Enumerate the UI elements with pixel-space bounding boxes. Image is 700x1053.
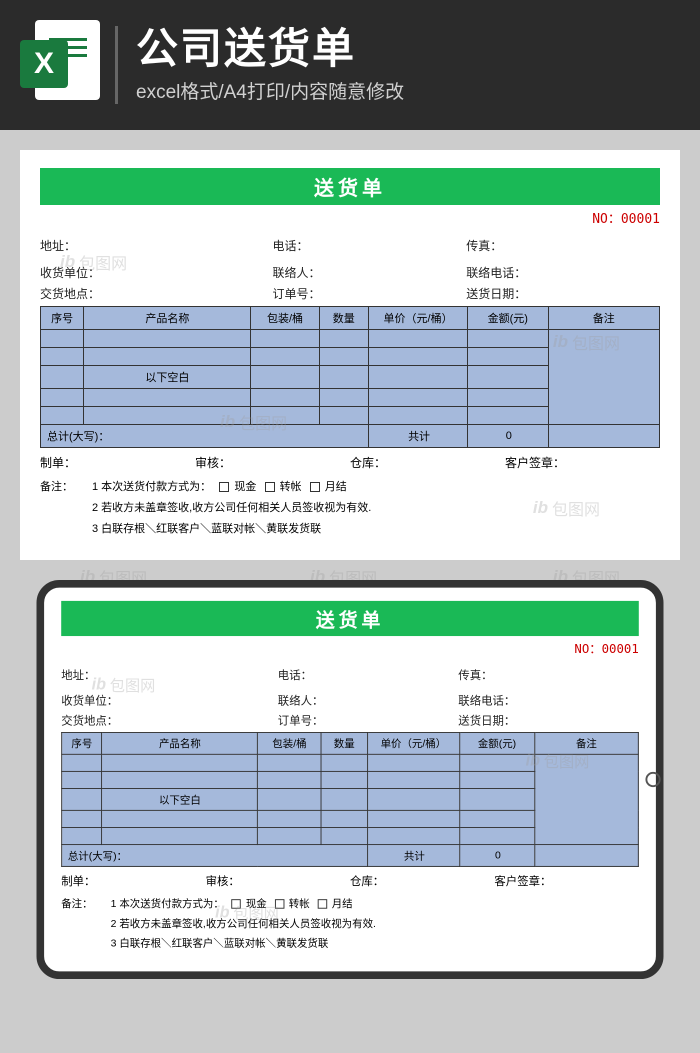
blank-below: 以下空白 <box>84 366 251 389</box>
col-remark: 备注 <box>548 307 659 330</box>
info-row-2: 收货单位： 联络人： 联络电话： <box>61 692 639 708</box>
warehouse-label: 仓库： <box>350 454 505 471</box>
auditor-label: 审核： <box>195 454 350 471</box>
sum-label: 共计 <box>369 425 468 448</box>
customer-label: 客户签章： <box>505 454 660 471</box>
checkbox-transfer[interactable] <box>265 482 275 492</box>
checkbox-monthly[interactable] <box>310 482 320 492</box>
info-row-2: 收货单位： 联络人： 联络电话： <box>40 264 660 281</box>
date-label: 送货日期： <box>466 285 660 302</box>
serial-number: NO：00001 <box>40 208 660 227</box>
col-amount: 金额(元) <box>468 307 548 330</box>
delivery-sheet-large: 送货单 NO：00001 地址： 电话： 传真： 收货单位： 联络人： 联络电话… <box>20 150 680 560</box>
checkbox-transfer[interactable] <box>274 899 284 909</box>
info-row-3: 交货地点： 订单号： 送货日期： <box>40 285 660 302</box>
info-row-3: 交货地点： 订单号： 送货日期： <box>61 712 639 728</box>
phone-label: 电话： <box>273 237 467 254</box>
sum-value: 0 <box>468 425 548 448</box>
note-3: 3 白联存根＼红联客户＼蓝联对帐＼黄联发货联 <box>111 934 639 954</box>
excel-icon: X <box>20 20 100 110</box>
table-row <box>41 330 660 348</box>
maker-label: 制单： <box>40 454 195 471</box>
notes-section: 备注： 1 本次送货付款方式为： 现金 转帐 月结 2 若收方未盖章签收,收方公… <box>40 477 660 540</box>
fax-label: 传真： <box>466 237 660 254</box>
recv-label: 收货单位： <box>40 264 273 281</box>
order-label: 订单号： <box>273 285 467 302</box>
info-row-1: 地址： 电话： 传真： <box>61 666 639 682</box>
table-row <box>62 754 639 771</box>
note-3: 3 白联存根＼红联客户＼蓝联对帐＼黄联发货联 <box>92 519 660 540</box>
col-pack: 包装/桶 <box>251 307 319 330</box>
notes-section: 备注： 1 本次送货付款方式为： 现金 转帐 月结 2 若收方未盖章签收,收方公… <box>61 894 639 954</box>
info-row-1: 地址： 电话： 传真： <box>40 237 660 254</box>
items-table: 序号 产品名称 包装/桶 数量 单价（元/桶） 金额(元) 备注 以下空白 总计… <box>61 732 639 867</box>
col-name: 产品名称 <box>84 307 251 330</box>
checkbox-monthly[interactable] <box>317 899 327 909</box>
contact-label: 联络人： <box>273 264 467 281</box>
signature-row: 制单： 审核： 仓库： 客户签章： <box>61 872 639 888</box>
note-2: 2 若收方未盖章签收,收方公司任何相关人员签收视为有效. <box>111 914 639 934</box>
notes-content: 1 本次送货付款方式为： 现金 转帐 月结 2 若收方未盖章签收,收方公司任何相… <box>92 477 660 540</box>
checkbox-cash[interactable] <box>232 899 242 909</box>
notes-label: 备注： <box>40 477 92 540</box>
note-2: 2 若收方未盖章签收,收方公司任何相关人员签收视为有效. <box>92 498 660 519</box>
main-title: 公司送货单 <box>136 26 680 72</box>
total-label: 总计(大写)： <box>41 425 369 448</box>
loc-label: 交货地点： <box>40 285 273 302</box>
items-table: 序号 产品名称 包装/桶 数量 单价（元/桶） 金额(元) 备注 以下空白 总计… <box>40 306 660 448</box>
col-qty: 数量 <box>319 307 369 330</box>
note-1: 1 本次送货付款方式为： 现金 转帐 月结 <box>92 477 660 498</box>
col-price: 单价（元/桶） <box>369 307 468 330</box>
tel-label: 联络电话： <box>466 264 660 281</box>
tablet-home-button <box>645 771 660 786</box>
delivery-sheet-tablet: 送货单 NO：00001 地址： 电话： 传真： 收货单位： 联络人： 联络电话… <box>37 580 664 979</box>
serial-number: NO：00001 <box>61 639 639 657</box>
total-row: 总计(大写)： 共计 0 <box>62 844 639 866</box>
sheet-title: 送货单 <box>40 168 660 205</box>
signature-row: 制单： 审核： 仓库： 客户签章： <box>40 454 660 471</box>
address-label: 地址： <box>40 237 273 254</box>
table-header: 序号 产品名称 包装/桶 数量 单价（元/桶） 金额(元) 备注 <box>62 732 639 754</box>
title-block: 公司送货单 excel格式/A4打印/内容随意修改 <box>115 26 680 103</box>
col-seq: 序号 <box>41 307 84 330</box>
note-1: 1 本次送货付款方式为： 现金 转帐 月结 <box>111 894 639 914</box>
total-row: 总计(大写)： 共计 0 <box>41 425 660 448</box>
table-header: 序号 产品名称 包装/桶 数量 单价（元/桶） 金额(元) 备注 <box>41 307 660 330</box>
checkbox-cash[interactable] <box>219 482 229 492</box>
sub-title: excel格式/A4打印/内容随意修改 <box>136 77 680 104</box>
promo-header: X 公司送货单 excel格式/A4打印/内容随意修改 <box>0 0 700 130</box>
sheet-title: 送货单 <box>61 601 639 636</box>
